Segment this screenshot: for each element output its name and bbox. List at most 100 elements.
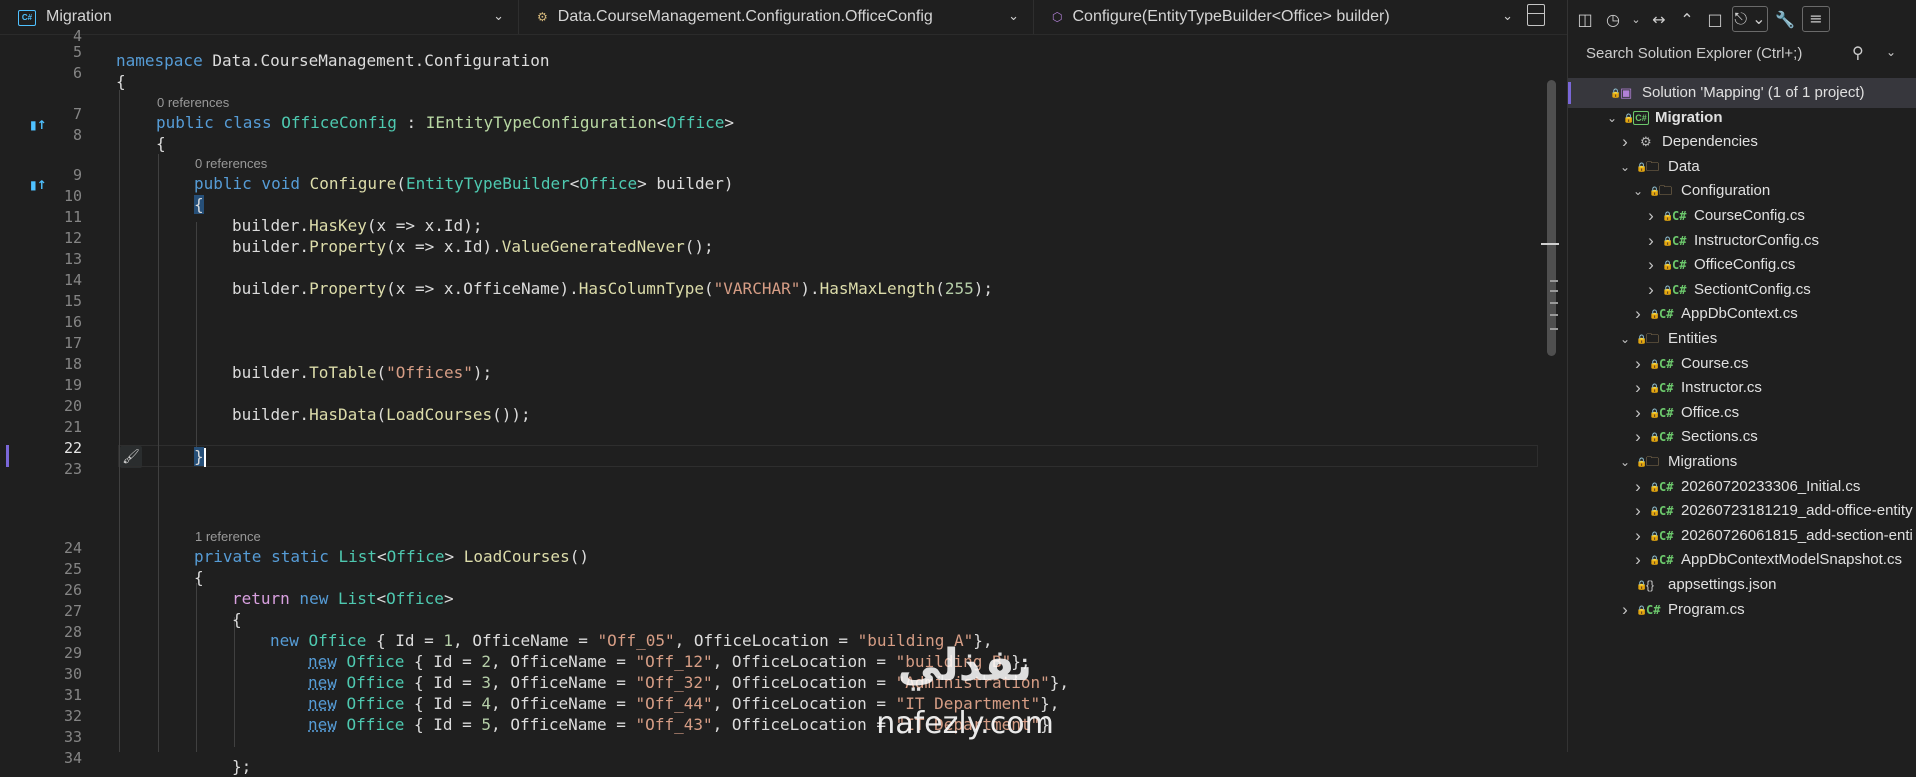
string-literal: "IT Department" <box>895 715 1041 734</box>
line-number: 25 <box>63 560 82 578</box>
expr: , OfficeLocation = <box>712 673 896 692</box>
punct: ). <box>800 279 820 298</box>
search-icon[interactable]: ⚲ <box>1852 43 1864 63</box>
code-line-7: public class OfficeConfig : IEntityTypeC… <box>156 112 734 133</box>
class-name: Office <box>336 652 405 671</box>
chevron-down-icon[interactable]: ⌄ <box>1886 45 1896 59</box>
method-icon: ⬡ <box>1052 10 1063 24</box>
method-name: Property <box>309 237 387 256</box>
expr: (x => x.Id). <box>386 237 502 256</box>
codelens-class-references[interactable]: 0 references <box>157 94 229 112</box>
brace: { <box>232 610 242 629</box>
line-number: 34 <box>63 749 82 767</box>
expr: (x => x.OfficeName). <box>386 279 579 298</box>
hide-files-icon[interactable]: □ <box>1704 10 1726 29</box>
string-literal: "building A" <box>857 631 974 650</box>
method-name: Property <box>309 279 387 298</box>
number-literal: 1 <box>443 631 454 650</box>
class-name: Office <box>336 715 405 734</box>
keyword: new <box>308 673 337 692</box>
code-area[interactable]: namespace Data.CourseManagement.Configur… <box>116 34 1540 776</box>
line-number: 17 <box>63 334 82 352</box>
chevron-right-icon[interactable]: › <box>1618 595 1632 625</box>
punct: ); <box>973 279 994 298</box>
split-editor-icon[interactable] <box>1527 4 1545 26</box>
scroll-marker-caret <box>1541 243 1559 245</box>
chevron-down-icon: ⌄ <box>1502 8 1513 23</box>
string-literal: "Off_32" <box>635 673 713 692</box>
punct: }, <box>1040 694 1060 713</box>
text-caret <box>203 448 206 467</box>
code-line-27: { <box>232 609 242 630</box>
punct: < <box>569 174 580 193</box>
solution-search-box[interactable]: Search Solution Explorer (Ctrl+;) ⚲ ⌄ <box>1568 40 1916 70</box>
type-dropdown[interactable]: ⚙ Data.CourseManagement.Configuration.Of… <box>518 0 1033 34</box>
identifier: builder. <box>232 363 310 382</box>
method-name: ValueGeneratedNever <box>501 237 685 256</box>
class-name: List <box>338 547 378 566</box>
string-literal: "Administration" <box>895 673 1050 692</box>
class-name: Office <box>336 673 405 692</box>
type-arg: Office <box>579 174 638 193</box>
line-number: 18 <box>63 355 82 373</box>
brace: { <box>116 72 126 91</box>
brace: }; <box>232 757 252 776</box>
implementation-glyph-icon[interactable]: ▮↑ <box>30 118 47 132</box>
history-icon[interactable]: ◷ <box>1602 10 1624 29</box>
number-literal: 3 <box>481 673 492 692</box>
sync-icon[interactable]: ↔ <box>1648 10 1670 29</box>
switch-views-icon[interactable]: ◫ <box>1574 10 1596 29</box>
code-line-25: { <box>194 567 204 588</box>
collapse-all-icon[interactable]: ⌃ <box>1676 10 1698 29</box>
git-filter-icon[interactable]: ⎋ ⌄ <box>1732 6 1768 32</box>
brace: { <box>156 134 166 153</box>
vertical-scrollbar[interactable] <box>1540 34 1560 752</box>
method-name: ToTable <box>309 363 377 382</box>
code-editor[interactable]: C# Migration ⌄ ⚙ Data.CourseManagement.C… <box>0 0 1567 776</box>
punct: < <box>377 547 387 566</box>
settings-icon[interactable]: 🔧 <box>1774 10 1796 29</box>
number-literal: 4 <box>481 694 492 713</box>
codelens-method-references[interactable]: 0 references <box>195 155 267 173</box>
punct: ( <box>396 174 406 193</box>
chevron-down-icon: ⌄ <box>493 8 504 23</box>
identifier: builder. <box>232 237 310 256</box>
expr: , OfficeName = <box>491 715 636 734</box>
solution-explorer: ◫ ◷ ⌄ ↔ ⌃ □ ⎋ ⌄ 🔧 ≡ Search Solution Expl… <box>1567 0 1916 752</box>
current-line-highlight <box>118 445 1538 467</box>
line-number: 14 <box>63 271 82 289</box>
method-name: HasData <box>309 405 377 424</box>
keyword: new <box>308 715 337 734</box>
line-number: 24 <box>63 539 82 557</box>
code-line-34: }; <box>232 756 251 777</box>
tree-item[interactable]: › 🔒 C# Program.cs <box>1568 595 1916 625</box>
identifier: builder. <box>232 405 310 424</box>
indent-guide <box>196 222 197 449</box>
member-dropdown[interactable]: ⬡ Configure(EntityTypeBuilder<Office> bu… <box>1033 0 1547 34</box>
punct: : <box>396 113 426 132</box>
scroll-marker <box>1550 302 1558 304</box>
implementation-glyph-icon[interactable]: ▮↑ <box>30 178 47 192</box>
csharp-project-icon: C# <box>18 9 36 26</box>
member-dropdown-label: Configure(EntityTypeBuilder<Office> buil… <box>1072 8 1390 25</box>
class-name: Office <box>336 694 405 713</box>
punct: }, <box>1011 652 1031 671</box>
keyword: new <box>270 631 299 650</box>
tree-item-label: Program.cs <box>1668 600 1745 618</box>
method-name: LoadCourses <box>386 405 493 424</box>
punct: }, <box>973 631 993 650</box>
code-line-22: } <box>194 446 206 467</box>
keyword: namespace <box>116 51 203 70</box>
preview-icon[interactable]: ≡ <box>1802 6 1830 32</box>
line-number: 6 <box>72 64 82 82</box>
expr: (x => x.Id); <box>366 216 483 235</box>
string-literal: "building B" <box>895 652 1012 671</box>
method-name: HasColumnType <box>578 279 705 298</box>
codelens-loadcourses-references[interactable]: 1 reference <box>195 528 261 546</box>
keyword: return <box>232 589 290 608</box>
line-number: 27 <box>63 602 82 620</box>
chevron-down-icon[interactable]: ⌄ <box>1630 13 1642 26</box>
class-name: OfficeConfig <box>281 113 397 132</box>
brace: { <box>194 195 204 214</box>
line-number: 23 <box>63 460 82 478</box>
